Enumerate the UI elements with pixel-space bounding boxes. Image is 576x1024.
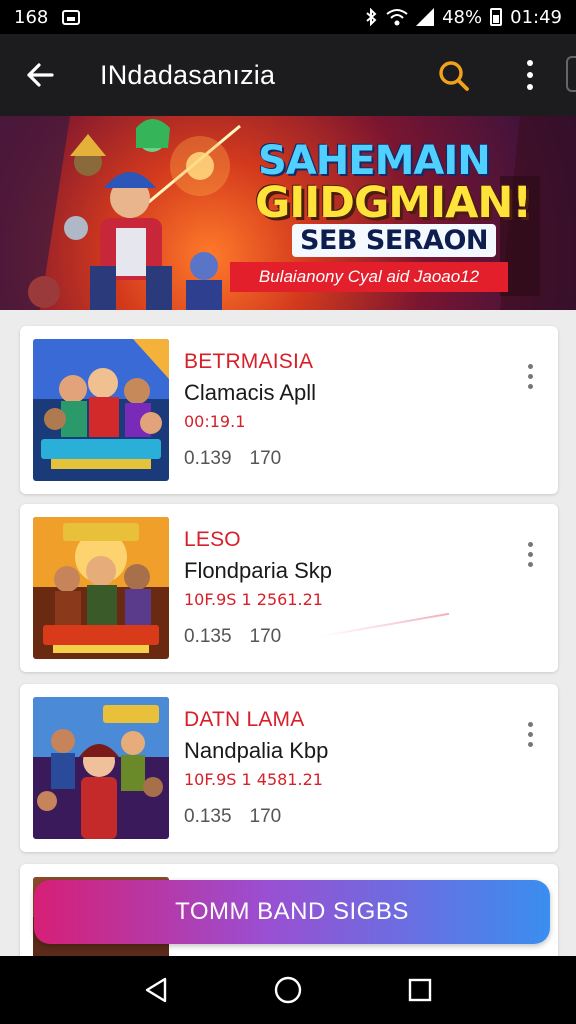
navigation-bar [0,956,576,1024]
battery-icon [490,8,503,26]
card-meta: 00:19.1 [184,412,246,431]
image-icon [62,9,81,25]
battery-percent: 48% [442,6,483,28]
nav-back-icon [145,977,167,1003]
card-stats: 0.139 170 [184,448,281,470]
nav-recents-icon [408,978,432,1002]
app-bar: INdadasanızia [0,34,576,116]
back-arrow-icon [27,63,54,87]
nav-home-button[interactable] [268,970,308,1010]
card-stats: 0.135 170 [184,626,281,648]
card-category: LESO [184,528,241,551]
game-card[interactable]: BETRMAISIA Clamacis Apll 00:19.1 0.139 1… [20,326,558,494]
card-stats: 0.135 170 [184,806,281,828]
game-thumbnail [33,697,169,839]
game-card[interactable]: LESO Flondparia Skp 10F.9S 1 2561.21 0.1… [20,504,558,672]
card-meta: 10F.9S 1 2561.21 [184,590,323,609]
banner-season-label: SEB SERAON [292,224,496,257]
card-category: DATN LAMA [184,708,305,731]
card-more-button[interactable] [518,356,542,396]
search-button[interactable] [432,54,476,98]
card-more-button[interactable] [518,714,542,754]
screen: 168 48% 01:49 INdadasanızia SAHEMAIN GII… [0,0,576,1024]
status-bar: 168 48% 01:49 [0,0,576,34]
card-meta: 10F.9S 1 4581.21 [184,770,323,789]
more-vert-icon [527,363,533,369]
wifi-icon [386,9,408,26]
card-decoration [320,612,450,638]
status-left-text: 168 [14,6,49,28]
bluetooth-icon [366,8,377,26]
card-title: Clamacis Apll [184,380,317,405]
edge-panel-handle[interactable] [566,56,576,92]
signal-icon [416,8,435,26]
card-title: Flondparia Skp [184,558,332,583]
nav-back-button[interactable] [136,970,176,1010]
back-button[interactable] [0,34,80,116]
more-options-button[interactable] [512,52,548,98]
nav-home-icon [274,976,302,1004]
card-stat-a: 0.135 [184,806,232,827]
more-vert-icon [527,60,533,66]
card-stat-b: 170 [249,626,282,647]
cta-button[interactable]: TOMM BAND SIGBS [34,880,550,944]
promo-banner[interactable]: SAHEMAIN GIIDGMIAN! SEB SERAON Bulaianon… [0,116,576,310]
card-stat-b: 170 [249,806,282,827]
page-title: INdadasanızia [100,59,276,90]
game-thumbnail [33,339,169,481]
card-category: BETRMAISIA [184,350,314,373]
card-stat-a: 0.139 [184,448,232,469]
card-stat-b: 170 [249,448,282,469]
game-card[interactable]: DATN LAMA Nandpalia Kbp 10F.9S 1 4581.21… [20,684,558,852]
card-more-button[interactable] [518,534,542,574]
more-vert-icon [527,721,533,727]
banner-headline-2: GIIDGMIAN! [255,178,532,228]
card-title: Nandpalia Kbp [184,738,329,763]
nav-recents-button[interactable] [400,970,440,1010]
more-vert-icon [527,541,533,547]
game-thumbnail [33,517,169,659]
card-stat-a: 0.135 [184,626,232,647]
banner-ribbon: Bulaianony Cyal aid Jaoao12 [230,262,508,292]
status-time: 01:49 [510,6,562,28]
search-icon [439,61,469,91]
